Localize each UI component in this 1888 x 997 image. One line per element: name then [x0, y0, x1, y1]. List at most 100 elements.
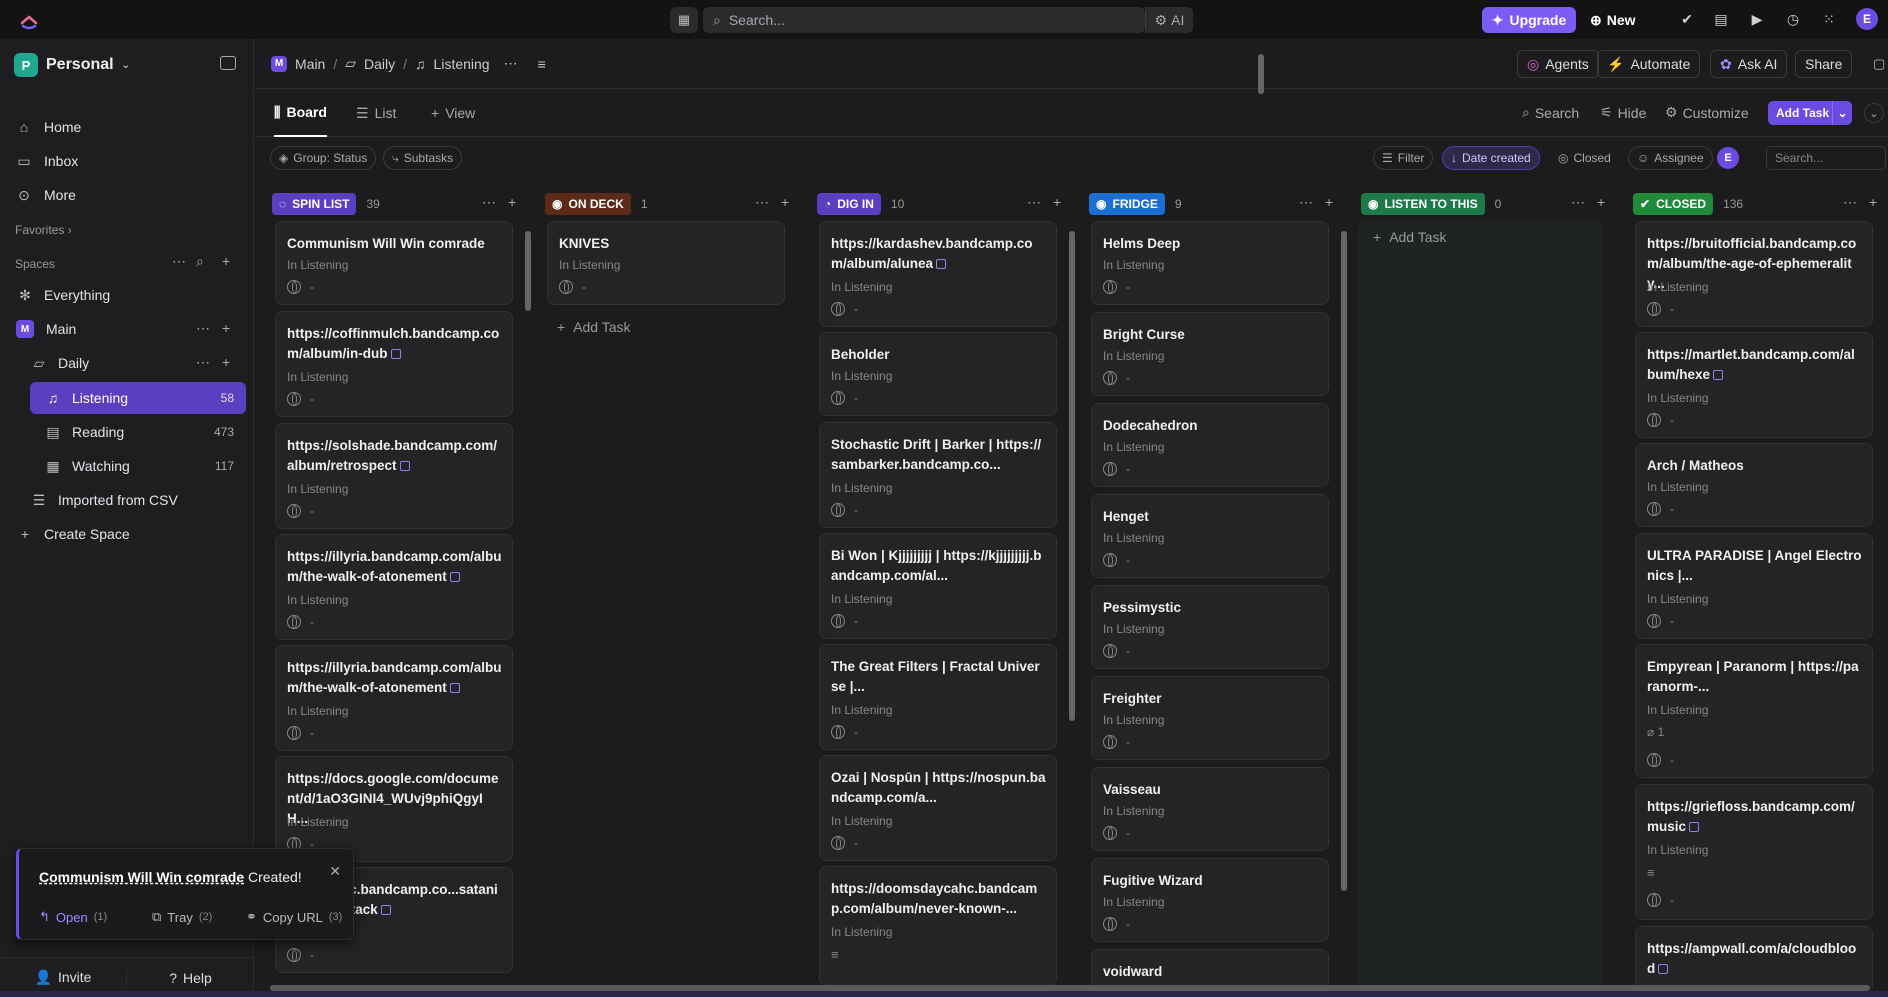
video-icon[interactable]: ▶	[1748, 10, 1766, 28]
task-card[interactable]: Vaisseau In Listening -	[1091, 767, 1329, 851]
more-icon[interactable]: ⋯	[196, 354, 210, 371]
global-search[interactable]: ⌕ Search...	[703, 7, 1145, 33]
task-card[interactable]: https://martlet.bandcamp.com/album/hexe …	[1635, 332, 1873, 438]
more-icon[interactable]: ⋯	[1843, 194, 1857, 211]
task-card[interactable]: https://kardashev.bandcamp.com/album/alu…	[819, 221, 1057, 327]
board-search-button[interactable]: ⌕ Search	[1522, 104, 1579, 121]
collapse-sidebar-icon[interactable]	[220, 56, 236, 70]
breadcrumb-daily[interactable]: Daily	[364, 56, 395, 72]
collapse-icon[interactable]: ⌄	[1864, 103, 1884, 123]
sidebar-item-inbox[interactable]: ▭ Inbox	[16, 147, 246, 175]
status-badge[interactable]: ◉ FRIDGE	[1089, 193, 1165, 215]
toast-open-button[interactable]: ↰ Open (1)	[39, 909, 107, 925]
plus-icon[interactable]: +	[781, 194, 789, 210]
add-view-button[interactable]: + View	[431, 89, 475, 137]
plus-icon[interactable]: +	[222, 320, 230, 336]
toast-copy-url-button[interactable]: ⚭ Copy URL (3)	[246, 909, 342, 925]
user-avatar[interactable]: E	[1856, 8, 1878, 30]
task-card[interactable]: Pessimystic In Listening -	[1091, 585, 1329, 669]
task-card[interactable]: Stochastic Drift | Barker | https://samb…	[819, 422, 1057, 528]
group-status-button[interactable]: ◈ Group: Status	[270, 146, 377, 170]
more-icon[interactable]: ⋯	[504, 55, 518, 72]
toast-task-link[interactable]: Communism Will Win comrade	[39, 869, 244, 885]
task-card[interactable]: The Great Filters | Fractal Universe |..…	[819, 644, 1057, 750]
tab-list[interactable]: ☰ List	[356, 89, 396, 137]
more-icon[interactable]: ⋯	[755, 194, 769, 211]
task-card[interactable]: Beholder In Listening -	[819, 332, 1057, 416]
sidebar-item-home[interactable]: ⌂ Home	[16, 113, 246, 141]
agents-button[interactable]: ◎ Agents	[1517, 50, 1599, 78]
more-icon[interactable]: ⋯	[1027, 194, 1041, 211]
sidebar-item-imported[interactable]: ☰ Imported from CSV	[30, 484, 246, 516]
notepad-icon[interactable]: ▤	[1712, 10, 1730, 28]
task-card[interactable]: https://illyria.bandcamp.com/album/the-w…	[275, 645, 513, 751]
spaces-search-icon[interactable]: ⌕	[196, 253, 204, 270]
status-badge[interactable]: ◉ LISTEN TO THIS	[1361, 193, 1485, 215]
task-card[interactable]: voidward	[1091, 949, 1329, 989]
filter-button[interactable]: ☰ Filter	[1373, 146, 1434, 170]
workspace-switcher[interactable]: P Personal ⌄	[14, 53, 130, 77]
description-icon[interactable]: ≡	[538, 56, 546, 72]
customize-button[interactable]: ⚙ Customize	[1665, 104, 1749, 121]
clickup-logo-icon[interactable]	[18, 9, 40, 31]
spaces-add-icon[interactable]: +	[222, 253, 230, 269]
plus-icon[interactable]: +	[1869, 194, 1877, 210]
task-card[interactable]: Bi Won | Kjjjjjjjjj | https://kjjjjjjjjj…	[819, 533, 1057, 639]
calendar-icon[interactable]: ▦	[670, 7, 698, 33]
task-card[interactable]: Dodecahedron In Listening -	[1091, 403, 1329, 487]
close-icon[interactable]: ✕	[329, 863, 341, 880]
status-badge[interactable]: ◌ SPIN LIST	[272, 193, 357, 215]
tab-board[interactable]: ⫼ Board	[274, 89, 327, 137]
new-button[interactable]: ⊕ New	[1590, 7, 1636, 33]
clock-icon[interactable]: ◷	[1784, 10, 1802, 28]
attachment-count[interactable]: ⌀ 1	[1647, 725, 1664, 739]
hide-button[interactable]: ⚟ Hide	[1600, 104, 1646, 121]
assignee-button[interactable]: ☺ Assignee	[1628, 146, 1713, 170]
sidebar-item-listening[interactable]: ♫ Listening 58	[30, 382, 246, 414]
sidebar-item-daily[interactable]: ▱ Daily ⋯ +	[30, 347, 246, 379]
task-card[interactable]: Empyrean | Paranorm | https://paranorm-.…	[1635, 644, 1873, 778]
sidebar-item-everything[interactable]: ✻ Everything	[16, 279, 246, 311]
task-card[interactable]: https://doomsdaycahc.bandcamp.com/album/…	[819, 866, 1057, 986]
chevron-down-icon[interactable]: ⌄	[1832, 101, 1852, 125]
more-icon[interactable]: ⋯	[1571, 194, 1585, 211]
task-card[interactable]: https://illyria.bandcamp.com/album/the-w…	[275, 534, 513, 640]
plus-icon[interactable]: +	[1597, 194, 1605, 210]
share-button[interactable]: Share	[1795, 50, 1853, 78]
task-card[interactable]: https://docs.google.com/document/d/1aO3G…	[275, 756, 513, 862]
task-card[interactable]: Freighter In Listening -	[1091, 676, 1329, 760]
task-card[interactable]: Ozai | Nospūn | https://nospun.bandcamp.…	[819, 755, 1057, 861]
plus-icon[interactable]: +	[1325, 194, 1333, 210]
task-card[interactable]: https://ampwall.com/a/cloudblood	[1635, 926, 1873, 989]
more-icon[interactable]: ⋯	[482, 194, 496, 211]
status-badge[interactable]: ◔ DIG IN	[817, 193, 881, 215]
task-card[interactable]: Communism Will Win comrade In Listening …	[275, 221, 513, 305]
add-task-inline-button[interactable]: + Add Task	[557, 319, 631, 335]
task-card[interactable]: https://coffinmulch.bandcamp.com/album/i…	[275, 311, 513, 417]
chat-icon[interactable]: ▢	[1873, 56, 1885, 72]
upgrade-button[interactable]: ✦ Upgrade	[1482, 7, 1576, 33]
status-badge[interactable]: ◉ ON DECK	[545, 193, 631, 215]
task-card[interactable]: Arch / Matheos In Listening -	[1635, 443, 1873, 527]
check-circle-icon[interactable]: ✔	[1678, 10, 1696, 28]
task-card[interactable]: https://griefloss.bandcamp.com/music In …	[1635, 784, 1873, 920]
task-card[interactable]: Fugitive Wizard In Listening -	[1091, 858, 1329, 942]
task-card[interactable]: https://bruitofficial.bandcamp.com/album…	[1635, 221, 1873, 327]
plus-icon[interactable]: +	[508, 194, 516, 210]
ask-ai-button[interactable]: ✿ Ask AI	[1710, 50, 1788, 78]
more-icon[interactable]: ⋯	[1299, 194, 1313, 211]
invite-button[interactable]: 👤 Invite	[0, 969, 127, 986]
closed-toggle[interactable]: ◎ Closed	[1550, 146, 1619, 170]
add-task-inline-button[interactable]: + Add Task	[1373, 229, 1447, 245]
plus-icon[interactable]: +	[222, 354, 230, 370]
sidebar-item-watching[interactable]: ▦ Watching 117	[44, 450, 246, 482]
board-search-input[interactable]: Search...	[1766, 146, 1886, 170]
task-card[interactable]: Henget In Listening -	[1091, 494, 1329, 578]
sidebar-item-reading[interactable]: ▤ Reading 473	[44, 416, 246, 448]
automate-button[interactable]: ⚡ Automate	[1597, 50, 1701, 78]
help-button[interactable]: ? Help	[127, 970, 254, 986]
add-task-button[interactable]: Add Task ⌄	[1768, 101, 1852, 125]
apps-grid-icon[interactable]: ⁙	[1820, 10, 1838, 28]
favorites-header[interactable]: Favorites ›	[15, 223, 72, 237]
date-created-sort[interactable]: ↓ Date created	[1442, 146, 1540, 170]
